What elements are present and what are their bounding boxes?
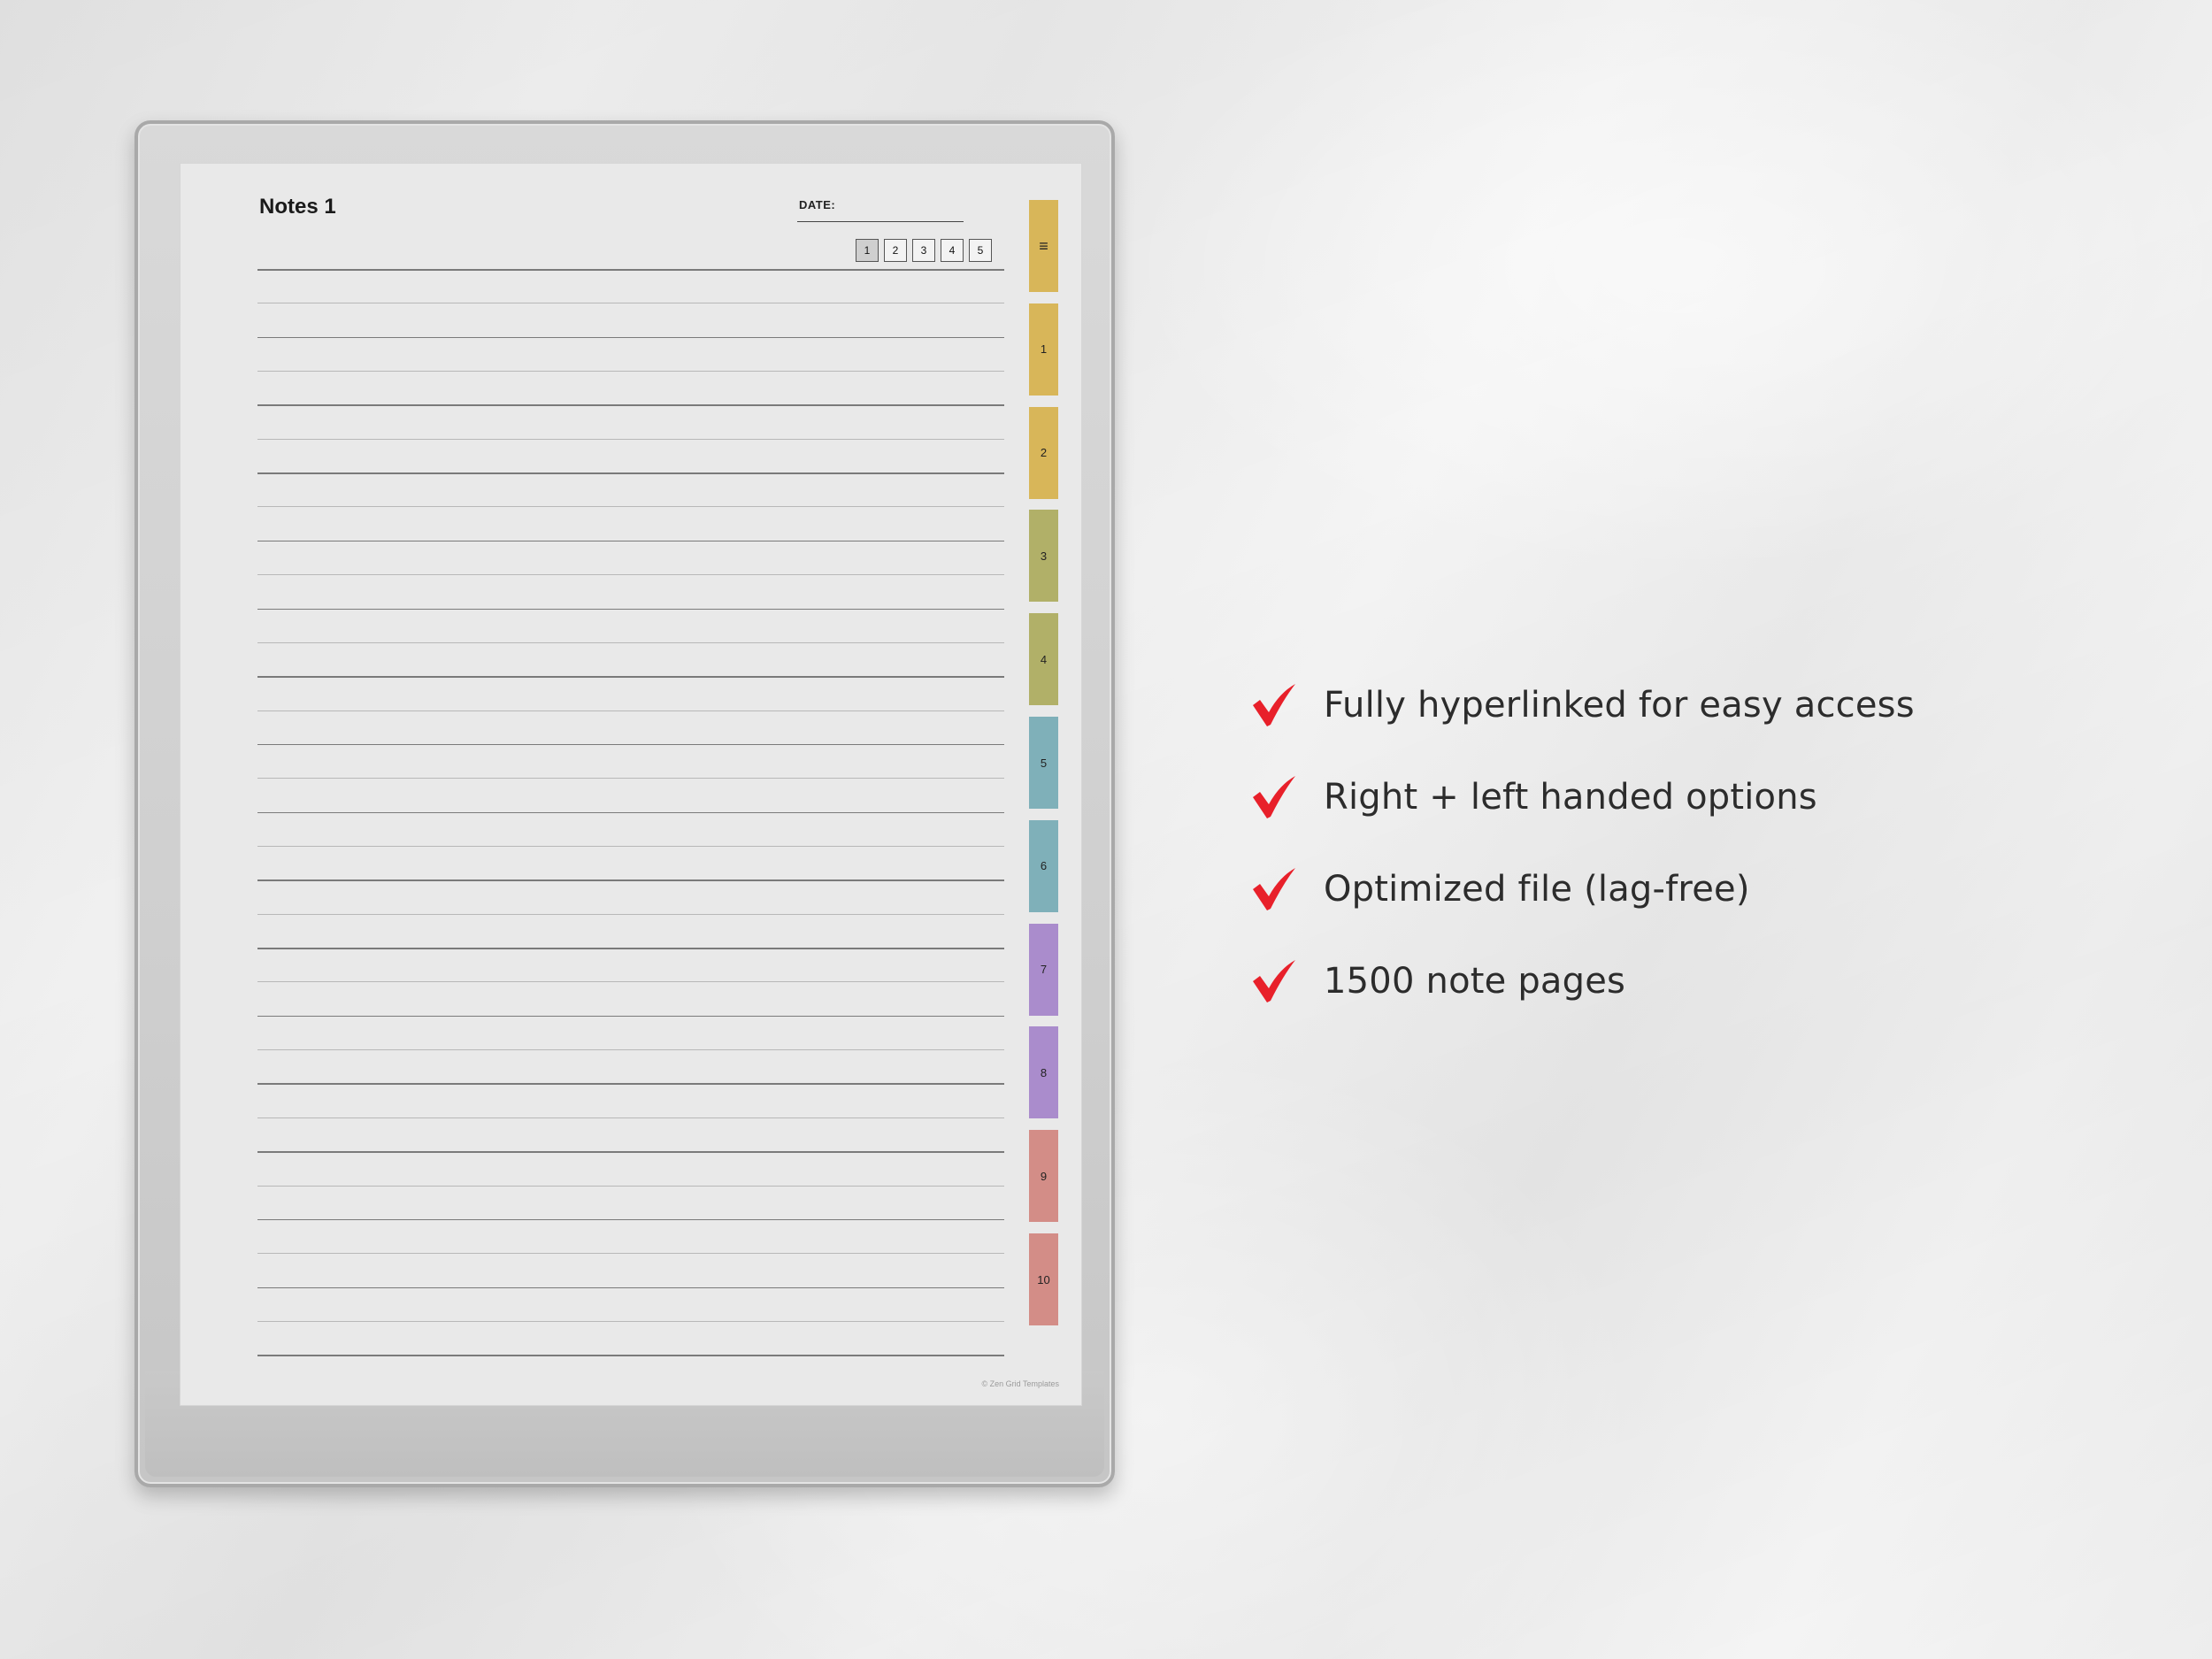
tab-label: 3 bbox=[1040, 549, 1048, 563]
tab-label: 6 bbox=[1040, 859, 1048, 873]
ruled-line bbox=[257, 336, 1004, 339]
ruled-line bbox=[257, 1320, 1004, 1322]
ruled-line bbox=[257, 778, 1004, 780]
tab-menu[interactable]: ≡ bbox=[1029, 200, 1058, 292]
tab-section-8[interactable]: 8 bbox=[1029, 1026, 1058, 1119]
copyright-footer: © Zen Grid Templates bbox=[981, 1379, 1060, 1388]
ruled-line bbox=[257, 811, 1004, 814]
ruled-line bbox=[257, 1083, 1004, 1085]
ruled-line bbox=[257, 948, 1004, 949]
tab-label: 10 bbox=[1037, 1272, 1050, 1286]
tab-section-10[interactable]: 10 bbox=[1029, 1233, 1058, 1325]
tab-section-3[interactable]: 3 bbox=[1029, 510, 1058, 603]
tab-label: 5 bbox=[1040, 756, 1048, 770]
tab-section-6[interactable]: 6 bbox=[1029, 819, 1058, 912]
tab-section-4[interactable]: 4 bbox=[1029, 613, 1058, 706]
feature-item: Optimized file (lag-free) bbox=[1248, 843, 1915, 935]
ruled-line bbox=[257, 710, 1004, 711]
ruled-line bbox=[257, 438, 1004, 440]
notebook-page: Notes 1 DATE: 1 2 3 4 5 ≡ 1 2 3 4 5 6 7 8 9 10 © Z… bbox=[180, 163, 1082, 1406]
ruled-line bbox=[257, 269, 1004, 271]
ruled-line bbox=[257, 540, 1004, 542]
tab-label: 7 bbox=[1040, 963, 1048, 977]
tab-section-9[interactable]: 9 bbox=[1029, 1130, 1058, 1223]
feature-item: Fully hyperlinked for easy access bbox=[1248, 659, 1915, 751]
tab-section-5[interactable]: 5 bbox=[1029, 717, 1058, 809]
feature-text: Right + left handed options bbox=[1324, 777, 1817, 818]
checkmark-icon bbox=[1253, 684, 1295, 726]
checkmark-icon bbox=[1253, 776, 1295, 818]
ruled-line bbox=[257, 743, 1004, 746]
feature-text: 1500 note pages bbox=[1324, 961, 1626, 1002]
ruled-line bbox=[257, 506, 1004, 508]
ruled-line bbox=[257, 846, 1004, 847]
tab-label: 8 bbox=[1040, 1065, 1048, 1079]
ruled-line bbox=[257, 608, 1004, 610]
checkmark-icon bbox=[1253, 868, 1295, 910]
tab-label: 4 bbox=[1040, 652, 1048, 666]
ruled-line bbox=[257, 981, 1004, 983]
tab-section-7[interactable]: 7 bbox=[1029, 923, 1058, 1016]
ruled-line bbox=[257, 1355, 1004, 1356]
tablet-device: Notes 1 DATE: 1 2 3 4 5 ≡ 1 2 3 4 5 6 7 8 9 10 © Z… bbox=[134, 120, 1115, 1487]
tab-label: 2 bbox=[1040, 446, 1048, 460]
ruled-line bbox=[257, 641, 1004, 643]
ruled-line bbox=[257, 879, 1004, 881]
ruled-line bbox=[257, 676, 1004, 678]
ruled-line bbox=[257, 472, 1004, 474]
ruled-line bbox=[257, 913, 1004, 915]
ruled-line bbox=[257, 574, 1004, 576]
ruled-line bbox=[257, 1049, 1004, 1051]
feature-item: Right + left handed options bbox=[1248, 751, 1915, 843]
ruled-line bbox=[257, 1015, 1004, 1018]
ruled-line bbox=[257, 371, 1004, 373]
ruled-line bbox=[257, 1185, 1004, 1187]
tab-section-1[interactable]: 1 bbox=[1029, 303, 1058, 396]
feature-item: 1500 note pages bbox=[1248, 935, 1915, 1027]
ruled-line bbox=[257, 404, 1004, 406]
tab-label: 1 bbox=[1040, 342, 1048, 357]
tab-label: 9 bbox=[1040, 1169, 1048, 1183]
ruled-line bbox=[257, 1253, 1004, 1255]
tab-section-2[interactable]: 2 bbox=[1029, 406, 1058, 499]
ruled-lines[interactable] bbox=[257, 163, 1004, 1406]
ruled-line bbox=[257, 1218, 1004, 1221]
menu-icon: ≡ bbox=[1039, 236, 1048, 255]
ruled-line bbox=[257, 1286, 1004, 1288]
ruled-line bbox=[257, 1151, 1004, 1153]
feature-list: Fully hyperlinked for easy access Right +… bbox=[1248, 659, 1915, 1027]
feature-text: Fully hyperlinked for easy access bbox=[1324, 685, 1915, 726]
feature-text: Optimized file (lag-free) bbox=[1324, 869, 1750, 910]
checkmark-icon bbox=[1253, 960, 1295, 1002]
